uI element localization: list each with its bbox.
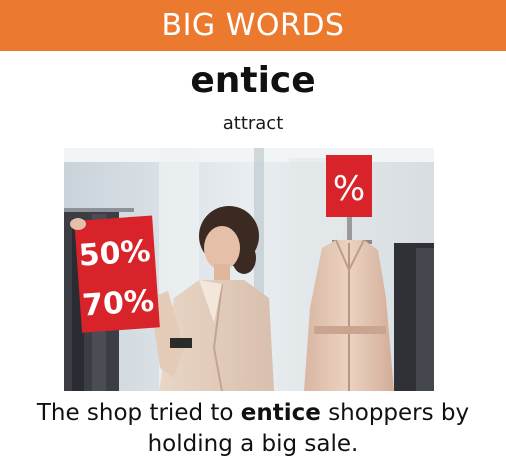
- word-definition: attract: [222, 113, 284, 134]
- sentence-keyword: entice: [240, 400, 321, 426]
- sentence-before: The shop tried to: [36, 400, 241, 426]
- example-sentence: The shop tried to entice shoppers by hol…: [0, 398, 506, 460]
- sign-right-text: %: [333, 169, 365, 209]
- header-banner: BIG WORDS: [0, 0, 506, 51]
- sign-left-line2: 70%: [81, 284, 155, 324]
- header-title: BIG WORDS: [161, 7, 345, 43]
- shop-photo: % 50% 70%: [64, 148, 434, 391]
- vocabulary-word: entice: [190, 60, 316, 101]
- sign-left-line1: 50%: [78, 234, 152, 274]
